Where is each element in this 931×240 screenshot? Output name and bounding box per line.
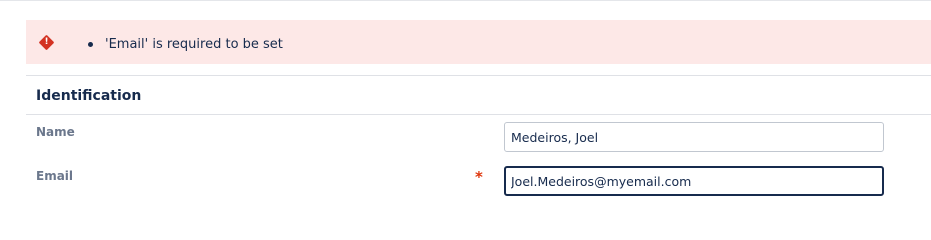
required-indicator: * <box>475 168 483 186</box>
section-divider-top <box>26 75 931 76</box>
name-input[interactable] <box>504 122 884 152</box>
section-divider-bottom <box>26 114 931 115</box>
top-divider <box>0 0 931 1</box>
form-page: ! 'Email' is required to be set Identifi… <box>0 0 931 207</box>
section-title: Identification <box>36 88 142 104</box>
alert-message: 'Email' is required to be set <box>105 37 283 52</box>
email-input[interactable] <box>504 166 884 196</box>
error-alert: ! 'Email' is required to be set <box>26 20 931 64</box>
email-label: Email <box>36 169 74 183</box>
error-icon-glyph: ! <box>44 37 49 47</box>
name-label: Name <box>36 125 75 139</box>
alert-bullet <box>88 42 93 47</box>
